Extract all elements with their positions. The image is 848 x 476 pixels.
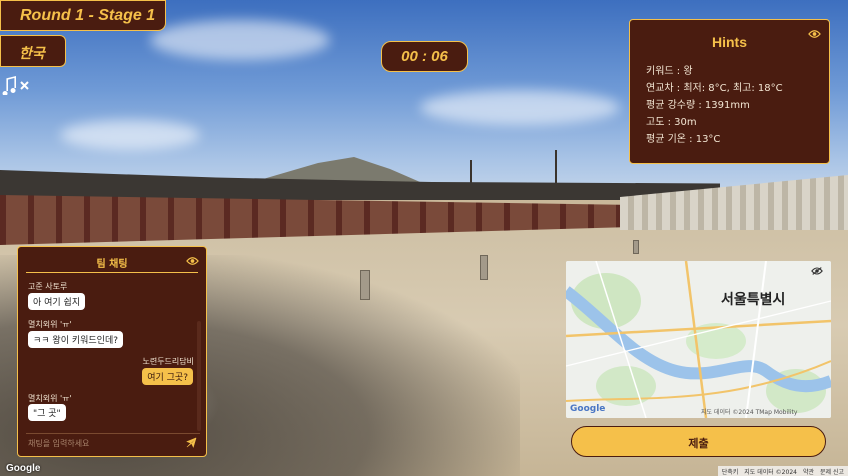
stone-post: [480, 255, 488, 280]
hints-title: Hints: [712, 34, 747, 50]
chat-input[interactable]: [28, 437, 178, 450]
footer-link-mapdata: 지도 데이터 ©2024: [744, 468, 797, 476]
cloud: [60, 120, 200, 150]
google-logo: Google: [6, 463, 41, 474]
message-sender: 멸치외위 'ㅠ': [28, 394, 72, 403]
message-bubble-own: 여기 그곳?: [142, 368, 193, 385]
tree: [470, 160, 472, 185]
stone-post: [360, 270, 370, 300]
send-icon[interactable]: [186, 437, 197, 448]
guess-map[interactable]: 서울특별시 Google 지도 데이터 ©2024 TMap Mobility: [566, 261, 831, 418]
map-footer-bar: 단축키 지도 데이터 ©2024 약관 문제 신고: [717, 466, 848, 476]
map-city-label: 서울특별시: [721, 292, 786, 308]
footer-link-shortcuts[interactable]: 단축키: [722, 467, 739, 476]
cloud: [150, 20, 330, 60]
cloud: [420, 90, 620, 125]
chat-title: 팀 채팅: [96, 259, 128, 270]
hints-panel: Hints 키워드 : 왕 연교차 : 최저: 8°C, 최고: 18°C 평균…: [629, 19, 830, 164]
message-bubble: ㅋㅋ 왕이 키워드인데?: [28, 331, 124, 348]
footer-link-terms[interactable]: 약관: [803, 467, 814, 476]
message-sender: 멸치외위 'ㅠ': [28, 320, 72, 329]
footer-link-report[interactable]: 문제 신고: [820, 467, 844, 476]
message-sender: 고준 사토루: [28, 282, 68, 291]
round-stage-label: Round 1 - Stage 1: [0, 0, 166, 31]
music-off-icon[interactable]: [2, 75, 32, 95]
timer: 00 : 06: [381, 41, 468, 72]
divider: [26, 272, 198, 273]
tree: [555, 150, 557, 185]
team-chat-panel: 팀 채팅 고준 사토루 아 여기 쉽지 멸치외위 'ㅠ' ㅋㅋ 왕이 키워드인데…: [17, 246, 207, 457]
map-attribution: 지도 데이터 ©2024 TMap Mobility: [701, 409, 798, 416]
eye-icon[interactable]: [186, 256, 199, 266]
chat-scrollbar[interactable]: [197, 321, 201, 431]
message-sender: 노련두드리담비: [142, 357, 194, 366]
hint-annual-range: 연교차 : 최저: 8°C, 최고: 18°C: [646, 83, 783, 94]
stone-post: [633, 240, 639, 254]
hint-precipitation: 평균 강수량 : 1391mm: [646, 100, 750, 111]
message-bubble: "그 곳": [28, 404, 66, 421]
country-label: 한국: [0, 35, 66, 67]
chat-input-area: [26, 433, 200, 450]
hint-keyword: 키워드 : 왕: [646, 66, 693, 77]
eye-icon[interactable]: [811, 266, 823, 276]
hint-avg-temp: 평균 기온 : 13°C: [646, 134, 721, 145]
map-google-logo: Google: [570, 404, 606, 414]
submit-button[interactable]: 제출: [571, 426, 826, 457]
eye-icon[interactable]: [808, 29, 821, 39]
message-bubble: 아 여기 쉽지: [28, 293, 86, 310]
map-canvas[interactable]: [566, 261, 831, 418]
hint-altitude: 고도 : 30m: [646, 117, 697, 128]
